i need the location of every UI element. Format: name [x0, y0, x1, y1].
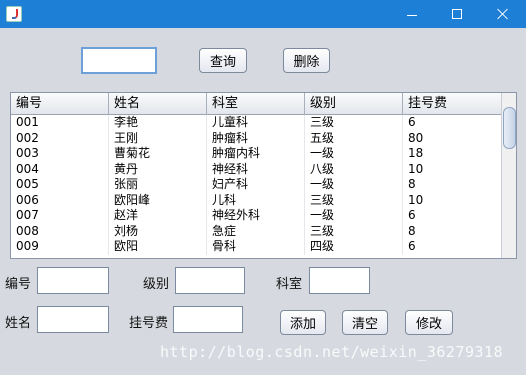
level-field[interactable]	[175, 267, 245, 294]
table-cell: 刘杨	[109, 223, 207, 239]
table-cell: 张丽	[109, 177, 207, 193]
table-cell: 儿科	[207, 192, 305, 208]
table-cell: 001	[11, 115, 109, 131]
table-cell: 骨科	[207, 239, 305, 255]
table-cell: 009	[11, 239, 109, 255]
table-cell: 肿瘤内科	[207, 146, 305, 162]
table-cell: 欧阳	[109, 239, 207, 255]
table-cell: 一级	[305, 208, 403, 224]
column-header-id[interactable]: 编号	[11, 93, 109, 115]
close-button[interactable]	[480, 0, 526, 28]
table-cell: 神经科	[207, 161, 305, 177]
column-header-fee[interactable]: 挂号费	[403, 93, 501, 115]
query-button[interactable]: 查询	[199, 48, 247, 73]
fee-field[interactable]	[173, 306, 243, 333]
table-cell: 神经外科	[207, 208, 305, 224]
table-cell: 三级	[305, 223, 403, 239]
vertical-scrollbar[interactable]	[501, 93, 516, 258]
table-cell: 8	[408, 223, 416, 238]
table-cell: 王刚	[109, 130, 207, 146]
table-cell: 6	[408, 115, 416, 129]
name-label: 姓名	[5, 316, 32, 331]
table-cell: 李艳	[109, 115, 207, 131]
minimize-button[interactable]	[389, 0, 435, 28]
table-cell: 四级	[305, 239, 403, 255]
maximize-icon	[452, 9, 462, 19]
clear-button[interactable]: 清空	[342, 310, 388, 335]
id-label: 编号	[5, 277, 32, 292]
table-cell: 黄丹	[109, 161, 207, 177]
close-icon	[497, 8, 509, 20]
table-cell: 妇产科	[207, 177, 305, 193]
table-header: 编号 姓名 科室 级别 挂号费	[11, 93, 501, 115]
dept-label: 科室	[276, 277, 303, 292]
title-bar	[0, 0, 526, 28]
table-row[interactable]: 008 刘杨 急症 三级 8	[11, 223, 501, 239]
table-row[interactable]: 001 李艳 儿童科 三级 6	[11, 115, 501, 131]
delete-button[interactable]: 删除	[283, 48, 330, 73]
table-cell: 80	[408, 130, 424, 145]
table-cell: 儿童科	[207, 115, 305, 131]
table-row[interactable]: 009 欧阳 骨科 四级 6	[11, 239, 501, 255]
table-cell: 五级	[305, 130, 403, 146]
table-cell: 三级	[305, 192, 403, 208]
table-cell: 赵洋	[109, 208, 207, 224]
table-cell: 006	[11, 192, 109, 208]
table-cell: 八级	[305, 161, 403, 177]
table-row[interactable]: 002 王刚 肿瘤科 五级 80	[11, 130, 501, 146]
table-cell: 6	[408, 208, 416, 222]
column-header-dept[interactable]: 科室	[207, 93, 305, 115]
table-body: 001 李艳 儿童科 三级 6 002 王刚 肿瘤科 五级 80 003 曹菊花 肿瘤内科 一级 18 004…	[11, 115, 501, 255]
table-row[interactable]: 006 欧阳峰 儿科 三级 10	[11, 192, 501, 208]
table-row[interactable]: 003 曹菊花 肿瘤内科 一级 18	[11, 146, 501, 162]
edit-button[interactable]: 修改	[405, 310, 453, 335]
table-cell: 002	[11, 130, 109, 146]
level-label: 级别	[143, 277, 170, 292]
maximize-button[interactable]	[434, 0, 480, 28]
table-cell: 10	[408, 161, 424, 176]
add-button[interactable]: 添加	[280, 310, 326, 335]
id-field[interactable]	[37, 267, 109, 294]
java-app-icon	[6, 6, 22, 22]
table-cell: 003	[11, 146, 109, 162]
table-cell: 007	[11, 208, 109, 224]
table-cell: 三级	[305, 115, 403, 131]
table-cell: 18	[408, 146, 424, 160]
table-row[interactable]: 005 张丽 妇产科 一级 8	[11, 177, 501, 193]
table-cell: 8	[408, 177, 416, 191]
table-row[interactable]: 004 黄丹 神经科 八级 10	[11, 161, 501, 177]
minimize-icon	[407, 14, 417, 16]
watermark: http://blog.csdn.net/weixin_36279318	[160, 343, 504, 361]
table-cell: 肿瘤科	[207, 130, 305, 146]
table-cell: 欧阳峰	[109, 192, 207, 208]
table-cell: 004	[11, 161, 109, 177]
table-cell: 曹菊花	[109, 146, 207, 162]
scrollbar-thumb[interactable]	[503, 107, 516, 149]
table-cell: 6	[408, 239, 416, 253]
table-cell: 一级	[305, 177, 403, 193]
search-input[interactable]	[81, 47, 157, 74]
fee-label: 挂号费	[129, 316, 169, 331]
table-row[interactable]: 007 赵洋 神经外科 一级 6	[11, 208, 501, 224]
table-cell: 10	[408, 192, 424, 207]
table-cell: 急症	[207, 223, 305, 239]
name-field[interactable]	[37, 306, 109, 333]
column-header-level[interactable]: 级别	[305, 93, 403, 115]
column-header-name[interactable]: 姓名	[109, 93, 207, 115]
table-cell: 005	[11, 177, 109, 193]
patient-table: 编号 姓名 科室 级别 挂号费 001 李艳 儿童科 三级 6 002 王刚 肿瘤科 五级 80 0…	[10, 92, 517, 259]
table-cell: 008	[11, 223, 109, 239]
table-cell: 一级	[305, 146, 403, 162]
dept-field[interactable]	[309, 267, 370, 294]
